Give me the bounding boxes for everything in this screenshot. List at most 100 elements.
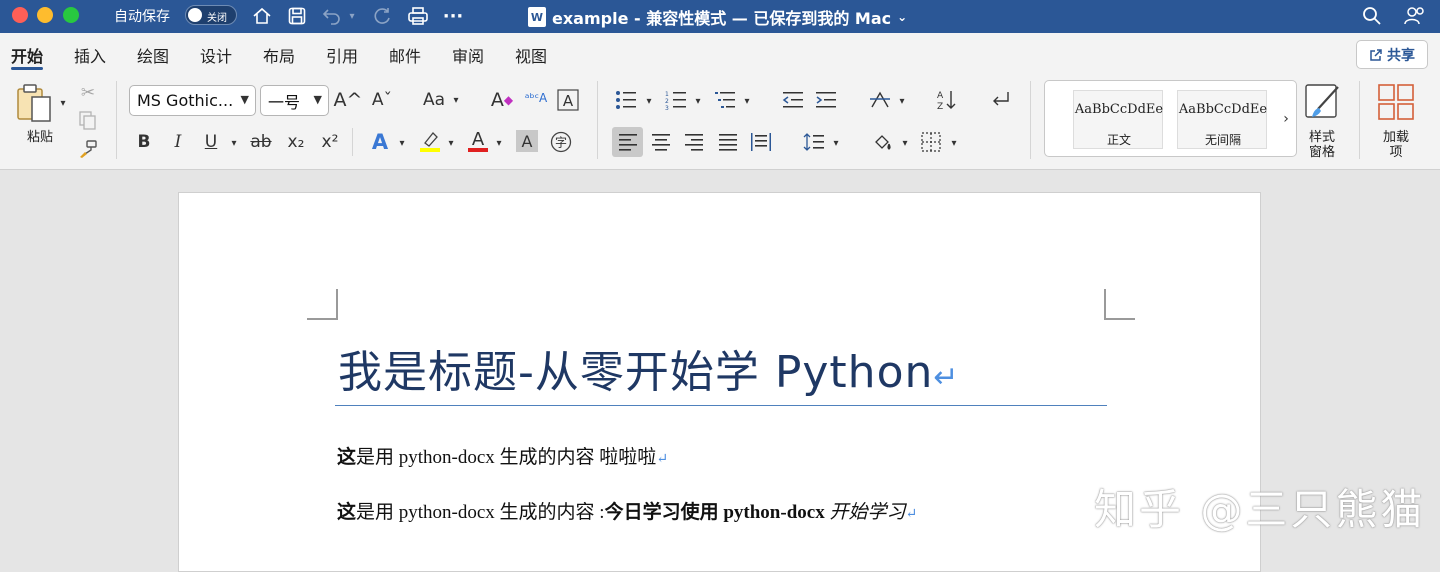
bold-button[interactable]: B (133, 130, 155, 154)
account-icon[interactable] (1403, 4, 1427, 28)
word-doc-icon: W (528, 7, 546, 27)
tab-view[interactable]: 视图 (515, 43, 547, 67)
align-left-button[interactable] (612, 127, 643, 157)
line-spacing-icon[interactable] (802, 130, 826, 154)
styles-gallery: AaBbCcDdEe 正文 AaBbCcDdEe 无间隔 › (1044, 80, 1297, 157)
styles-pane-icon[interactable] (1303, 82, 1343, 122)
active-tab-indicator (11, 67, 43, 70)
print-icon[interactable] (406, 4, 430, 28)
window-titlebar: 自动保存 关闭 ▾ ··· W example - 兼容性模式 — 已保存到我的… (0, 0, 1440, 33)
svg-text:字: 字 (555, 135, 567, 150)
autosave-toggle[interactable]: 关闭 (185, 5, 237, 25)
font-name-select[interactable]: MS Gothic... ▼ (129, 85, 256, 116)
chevron-down-icon: ▼ (240, 93, 249, 106)
minimize-window-button[interactable] (37, 7, 53, 23)
show-formatting-marks-icon[interactable] (989, 88, 1013, 112)
chevron-down-icon[interactable]: ▾ (493, 131, 505, 155)
tab-home[interactable]: 开始 (11, 43, 43, 67)
redo-icon[interactable] (370, 4, 394, 28)
chevron-down-icon[interactable]: ▾ (899, 131, 911, 155)
chevron-right-icon[interactable]: › (1279, 107, 1293, 131)
shading-icon[interactable] (871, 130, 895, 154)
underline-button[interactable]: U (200, 130, 222, 154)
subscript-button[interactable]: x₂ (284, 130, 308, 154)
chevron-down-icon[interactable]: ▾ (830, 131, 842, 155)
document-heading[interactable]: 我是标题-从零开始学 Python↵ (338, 336, 960, 400)
highlight-color-icon[interactable] (418, 129, 442, 153)
strikethrough-button[interactable]: ab (249, 130, 273, 154)
format-painter-icon[interactable] (77, 137, 99, 161)
chevron-down-icon[interactable]: ▾ (228, 131, 240, 155)
multilevel-list-icon[interactable] (713, 88, 737, 112)
toggle-knob (188, 8, 202, 22)
undo-dropdown-icon[interactable]: ▾ (345, 4, 359, 28)
chevron-down-icon[interactable]: ▾ (692, 89, 704, 113)
superscript-button[interactable]: x² (318, 130, 342, 154)
font-size-select[interactable]: 一号 ▼ (260, 85, 329, 116)
close-window-button[interactable] (12, 7, 28, 23)
paragraph-1[interactable]: 这是用 python-docx 生成的内容 啦啦啦↵ (337, 442, 668, 469)
style-no-spacing[interactable]: AaBbCcDdEe 无间隔 (1177, 90, 1267, 149)
italic-run: 开始学习 (824, 502, 906, 523)
bold-run: 这 (337, 502, 357, 523)
search-icon[interactable] (1360, 4, 1384, 28)
margin-corner-right (1104, 289, 1135, 320)
save-icon[interactable] (285, 4, 309, 28)
zoom-window-button[interactable] (63, 7, 79, 23)
enclose-characters-icon[interactable]: 字 (549, 130, 573, 154)
add-ins-icon[interactable] (1376, 83, 1416, 121)
chevron-down-icon[interactable]: ▾ (450, 88, 462, 112)
bullets-icon[interactable] (614, 88, 638, 112)
character-border-icon[interactable]: A (556, 88, 580, 112)
tab-design[interactable]: 设计 (200, 43, 232, 67)
chevron-down-icon[interactable]: ▾ (741, 89, 753, 113)
tab-layout[interactable]: 布局 (263, 43, 295, 67)
text-direction-icon[interactable] (868, 88, 892, 112)
paragraph-mark-icon: ↵ (933, 360, 960, 395)
more-icon[interactable]: ··· (441, 4, 465, 28)
share-button[interactable]: 共享 (1356, 40, 1428, 69)
numbering-icon[interactable]: 123 (664, 88, 688, 112)
paste-dropdown-icon[interactable]: ▾ (56, 91, 70, 115)
tab-draw[interactable]: 绘图 (137, 43, 169, 67)
font-color-icon[interactable]: A (466, 129, 490, 153)
document-title[interactable]: W example - 兼容性模式 — 已保存到我的 Mac ⌄ (528, 5, 907, 29)
shrink-font-icon[interactable]: Aˇ (370, 88, 394, 112)
style-normal[interactable]: AaBbCcDdEe 正文 (1073, 90, 1163, 149)
borders-icon[interactable] (919, 130, 943, 154)
chevron-down-icon[interactable]: ▾ (396, 131, 408, 155)
chevron-down-icon[interactable]: ▾ (445, 131, 457, 155)
title-chevron-icon[interactable]: ⌄ (897, 10, 907, 24)
distributed-button[interactable] (749, 130, 773, 154)
text-effects-icon[interactable]: ᵃᵇᶜA (524, 86, 548, 110)
text-effects-a-icon[interactable]: A (368, 130, 392, 154)
clear-formatting-icon[interactable]: A ◆ (490, 88, 514, 112)
style-sample: AaBbCcDdEe (1074, 102, 1164, 117)
undo-icon[interactable] (320, 4, 344, 28)
align-right-button[interactable] (682, 130, 706, 154)
copy-icon[interactable] (77, 109, 99, 133)
cut-icon[interactable]: ✂ (77, 81, 99, 105)
svg-text:A: A (563, 92, 574, 110)
share-icon (1370, 48, 1382, 61)
tab-mailings[interactable]: 邮件 (389, 43, 421, 67)
decrease-indent-icon[interactable] (781, 88, 805, 112)
paragraph-2[interactable]: 这是用 python-docx 生成的内容 :今日学习使用 python-doc… (337, 497, 917, 524)
character-shading-icon[interactable]: A (516, 130, 538, 152)
sort-icon[interactable]: AZ (935, 88, 959, 112)
italic-button[interactable]: I (167, 130, 189, 154)
tab-references[interactable]: 引用 (326, 43, 358, 67)
document-canvas: 我是标题-从零开始学 Python↵ 这是用 python-docx 生成的内容… (0, 170, 1440, 572)
justify-button[interactable] (716, 130, 740, 154)
paste-icon[interactable] (14, 83, 54, 123)
chevron-down-icon[interactable]: ▾ (643, 89, 655, 113)
grow-font-icon[interactable]: A^ (334, 88, 363, 112)
tab-review[interactable]: 审阅 (452, 43, 484, 67)
change-case-icon[interactable]: Aa (421, 88, 447, 112)
increase-indent-icon[interactable] (814, 88, 838, 112)
tab-insert[interactable]: 插入 (74, 43, 106, 67)
chevron-down-icon[interactable]: ▾ (948, 131, 960, 155)
chevron-down-icon[interactable]: ▾ (896, 89, 908, 113)
align-center-button[interactable] (649, 130, 673, 154)
home-icon[interactable] (250, 4, 274, 28)
